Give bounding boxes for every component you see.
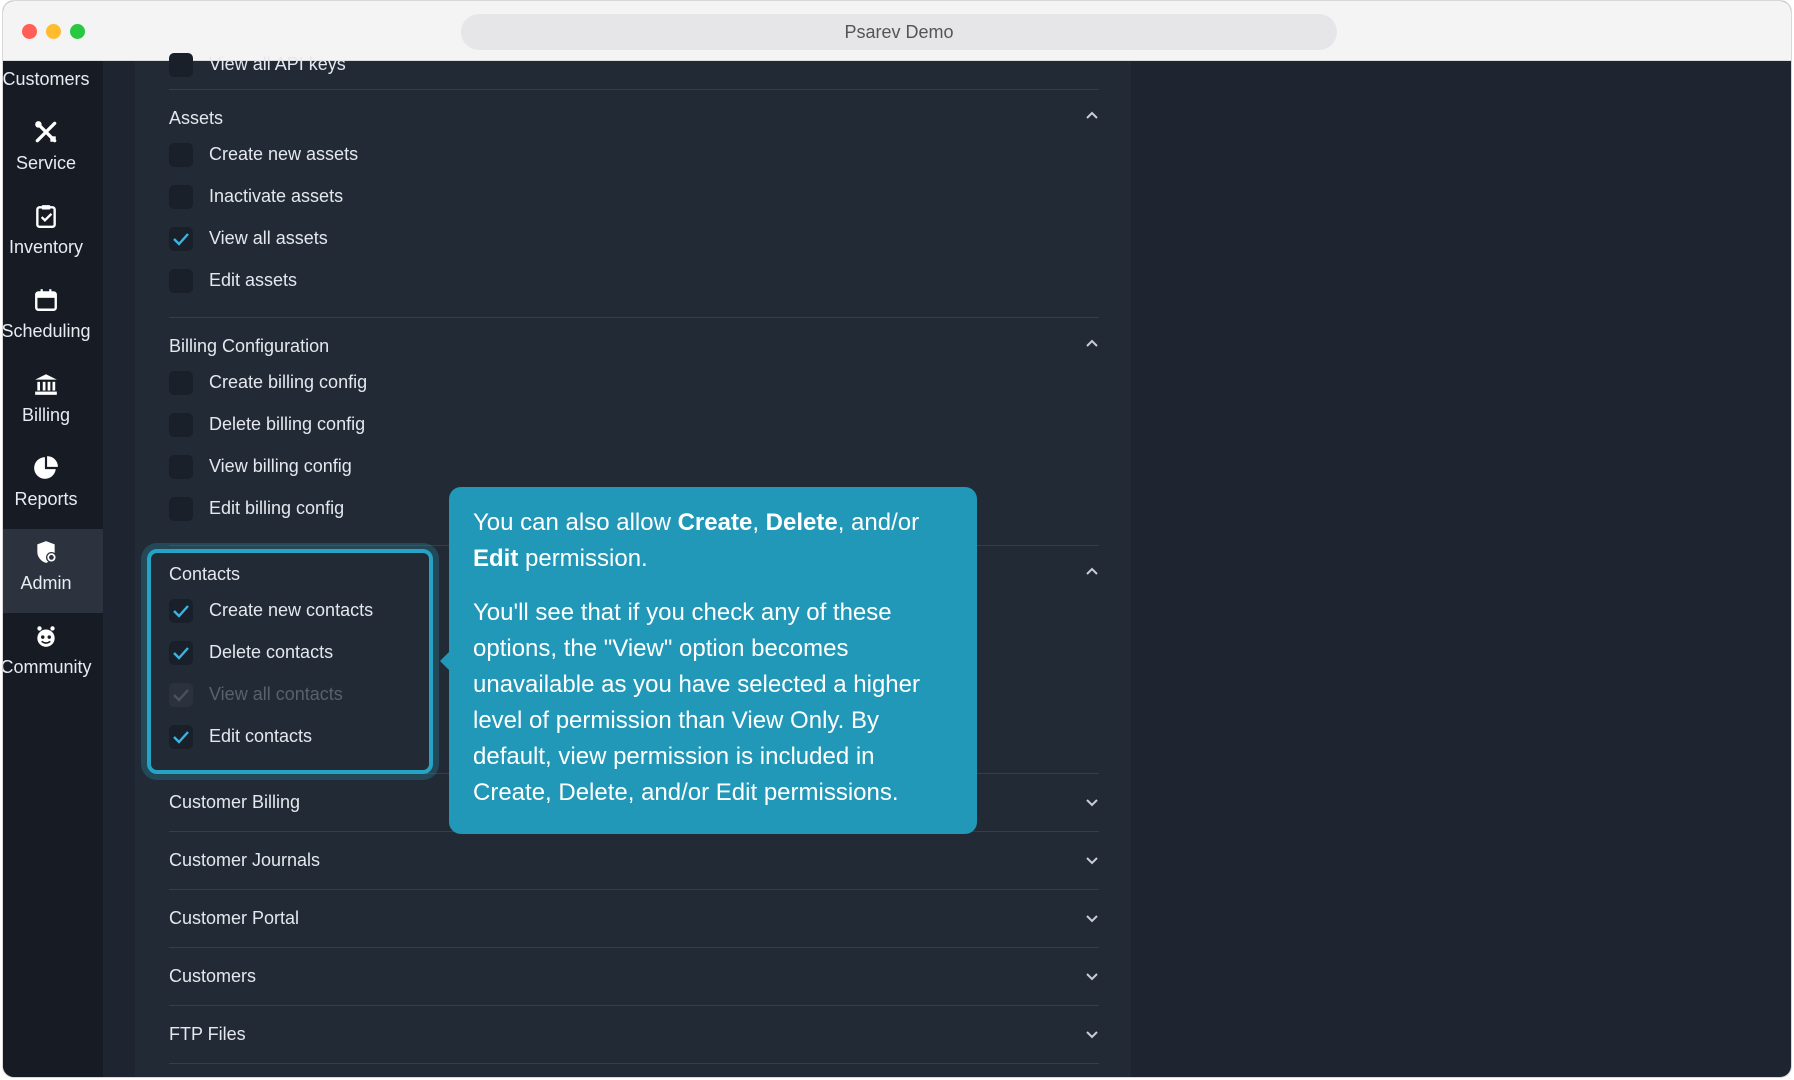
permission-row[interactable]: View all assets [169, 223, 569, 253]
permission-checkbox[interactable] [169, 53, 193, 77]
tools-icon [35, 121, 57, 143]
permission-checkbox[interactable] [169, 371, 193, 395]
calendar-icon [35, 289, 57, 311]
check-icon [173, 233, 189, 246]
section-title-customers[interactable]: Customers [169, 966, 256, 987]
section-title-assets[interactable]: Assets [169, 108, 223, 129]
permission-row[interactable]: Delete billing config [169, 409, 569, 439]
section-title-customer-journals[interactable]: Customer Journals [169, 850, 320, 871]
sidebar-item-label: Customers [3, 69, 90, 89]
permission-checkbox[interactable] [169, 269, 193, 293]
sidebar-item-admin[interactable]: Admin [3, 529, 103, 613]
shield-gear-icon [37, 541, 57, 563]
sidebar-item-scheduling[interactable]: Scheduling [3, 277, 103, 361]
section-divider [169, 89, 1099, 90]
sidebar-item-community[interactable]: Community [3, 613, 103, 697]
bank-icon [35, 374, 57, 395]
permission-checkbox[interactable] [169, 143, 193, 167]
permission-checkbox[interactable] [169, 455, 193, 479]
permission-checkbox[interactable] [169, 185, 193, 209]
chevron-up-icon[interactable] [1083, 335, 1101, 353]
sidebar-item-label: Service [15, 153, 77, 173]
chevron-down-icon[interactable] [1083, 793, 1101, 811]
section-title-ftp-files[interactable]: FTP Files [169, 1024, 246, 1045]
permission-label: Create billing config [209, 372, 368, 392]
community-icon [37, 626, 55, 647]
sidebar-item-label: Scheduling [3, 321, 91, 341]
callout-paragraph-2: You'll see that if you check any of thes… [473, 599, 920, 806]
sidebar-item-label: Inventory [8, 237, 84, 257]
sidebar-item-billing[interactable]: Billing [3, 361, 103, 445]
permission-label: View all API keys [209, 54, 346, 74]
sidebar-item-customers[interactable]: Customers [3, 61, 103, 109]
chevron-down-icon[interactable] [1083, 909, 1101, 927]
permission-row[interactable]: Inactivate assets [169, 181, 569, 211]
clipboard-check-icon [36, 205, 56, 229]
sidebar-item-label: Billing [21, 405, 71, 425]
permission-checkbox[interactable] [169, 227, 193, 251]
section-title-customer-portal[interactable]: Customer Portal [169, 908, 299, 929]
section-title-customer-billing[interactable]: Customer Billing [169, 792, 300, 813]
tutorial-callout: You can also allow Create, Delete, and/o… [449, 487, 977, 834]
sidebar-item-service[interactable]: Service [3, 109, 103, 193]
tutorial-highlight-box [147, 549, 433, 774]
window-title: Psarev Demo [461, 14, 1337, 50]
pie-chart-icon [34, 456, 58, 479]
permission-checkbox[interactable] [169, 497, 193, 521]
callout-bold-create: Create [677, 509, 753, 536]
chevron-up-icon[interactable] [1083, 107, 1101, 125]
permission-label: View billing config [209, 456, 352, 476]
permission-row[interactable]: Create new assets [169, 139, 569, 169]
close-window-button[interactable] [22, 24, 37, 39]
sidebar-item-inventory[interactable]: Inventory [3, 193, 103, 277]
maximize-window-button[interactable] [70, 24, 85, 39]
callout-text: , and/or [837, 509, 920, 536]
section-divider [169, 1005, 1099, 1006]
chevron-up-icon[interactable] [1083, 563, 1101, 581]
callout-text: , [752, 509, 766, 536]
permission-label: View all assets [209, 228, 328, 248]
permission-row[interactable]: View billing config [169, 451, 569, 481]
sidebar-item-reports[interactable]: Reports [3, 445, 103, 529]
permission-label: Edit billing config [209, 498, 345, 518]
callout-bold-delete: Delete [765, 509, 838, 536]
sidebar-item-label: Community [3, 657, 92, 677]
permission-row[interactable]: View all API keys [169, 49, 569, 79]
section-divider [169, 317, 1099, 318]
sidebar-item-label: Admin [20, 573, 72, 593]
callout-bold-edit: Edit [473, 545, 519, 572]
section-divider [169, 947, 1099, 948]
callout-text: permission. [518, 545, 648, 572]
minimize-window-button[interactable] [46, 24, 61, 39]
permission-label: Delete billing config [209, 414, 366, 434]
permission-label: Inactivate assets [209, 186, 344, 206]
sidebar-item-label: Reports [14, 489, 78, 509]
permission-label: Edit assets [209, 270, 298, 290]
section-title-billing-configuration[interactable]: Billing Configuration [169, 336, 329, 357]
section-divider [169, 1063, 1099, 1064]
section-divider [169, 889, 1099, 890]
callout-paragraph-1: You can also allow Create, Delete, and/o… [473, 505, 953, 577]
chevron-down-icon[interactable] [1083, 851, 1101, 869]
callout-text: You can also allow [473, 509, 678, 536]
permission-row[interactable]: Create billing config [169, 367, 569, 397]
permission-checkbox[interactable] [169, 413, 193, 437]
sidebar-nav: Customers Service Inventory Scheduling B… [3, 61, 103, 1077]
app-window: Psarev Demo Customers Service Inventory … [2, 0, 1792, 1078]
permission-label: Create new assets [209, 144, 359, 164]
permission-row[interactable]: Edit assets [169, 265, 569, 295]
chevron-down-icon[interactable] [1083, 967, 1101, 985]
chevron-down-icon[interactable] [1083, 1025, 1101, 1043]
